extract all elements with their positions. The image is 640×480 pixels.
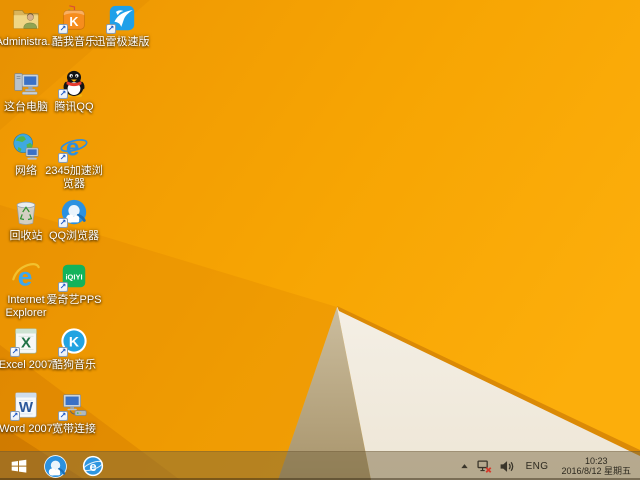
e-glyph: e: [89, 459, 96, 474]
desktop-icon-label: 酷狗音乐: [52, 359, 96, 371]
desktop-icon-label: 爱奇艺PPS: [46, 294, 102, 306]
kuwo-glyph: K: [69, 15, 79, 29]
this-pc-icon: [14, 73, 39, 95]
windows-logo-icon: [11, 459, 26, 473]
tray-show-hidden-button[interactable]: [458, 460, 471, 473]
tray-time: 10:23: [584, 455, 608, 466]
desktop-icon-broadband[interactable]: 宽带连接: [44, 390, 104, 436]
shortcut-arrow-icon: [58, 24, 68, 34]
tray-clock-button[interactable]: 10:23 2016/8/12 星期五: [559, 456, 633, 477]
shortcut-arrow-icon: [10, 411, 20, 421]
speaker-icon: [500, 460, 513, 472]
desktop-icon-qq-browser[interactable]: QQ浏览器: [44, 197, 104, 243]
desktop-icon-kugou-music[interactable]: K 酷狗音乐: [44, 326, 104, 372]
shortcut-arrow-icon: [58, 89, 68, 99]
desktop-icon-iqiyi-pps[interactable]: iQIYI 爱奇艺PPS: [44, 261, 104, 307]
desktop-icon-thunder[interactable]: 迅雷极速版: [94, 3, 150, 49]
tray-volume-button[interactable]: [498, 458, 515, 475]
qq-browser-icon: [44, 454, 67, 478]
administrator-folder-icon: [13, 10, 39, 29]
desktop-icon-label: 回收站: [9, 230, 43, 242]
desktop-icon-label: 酷我音乐: [52, 36, 96, 48]
desktop: Administra... K 酷我音乐 迅雷极速版: [0, 0, 640, 480]
taskbar: e ENG 10:23 2016/8/12 星期五: [0, 451, 640, 480]
shortcut-arrow-icon: [58, 282, 68, 292]
kugou-glyph: K: [69, 334, 80, 350]
desktop-icon-label: 2345加速浏览器: [45, 165, 103, 190]
recycle-bin-icon: [16, 201, 36, 225]
shortcut-arrow-icon: [58, 153, 68, 163]
desktop-icon-label: QQ浏览器: [48, 230, 100, 242]
desktop-icon-2345-browser[interactable]: e 2345加速浏览器: [44, 132, 104, 191]
e-browser-circle-icon: e: [82, 455, 103, 477]
shortcut-arrow-icon: [58, 347, 68, 357]
desktop-icon-label: 腾讯QQ: [54, 101, 94, 113]
chevron-up-icon: [460, 463, 468, 468]
shortcut-arrow-icon: [58, 411, 68, 421]
network-disconnected-icon: [477, 460, 491, 473]
tray-date: 2016/8/12 星期五: [561, 466, 631, 476]
excel-glyph: X: [21, 335, 31, 352]
shortcut-arrow-icon: [10, 347, 20, 357]
desktop-icon-tencent-qq[interactable]: 腾讯QQ: [44, 68, 104, 114]
word-glyph: W: [19, 399, 34, 416]
system-tray: ENG 10:23 2016/8/12 星期五: [458, 452, 640, 480]
iqiyi-glyph: iQIYI: [65, 272, 82, 281]
taskbar-qq-browser-button[interactable]: [37, 452, 74, 480]
desktop-icon-label: 迅雷极速版: [94, 36, 150, 48]
shortcut-arrow-icon: [106, 24, 116, 34]
desktop-icon-label: 网络: [15, 165, 37, 177]
desktop-icon-label: 这台电脑: [4, 101, 48, 113]
tray-language-button[interactable]: ENG: [520, 460, 555, 473]
internet-explorer-icon: e: [12, 261, 40, 291]
desktop-icon-label: 宽带连接: [52, 423, 96, 435]
tray-network-button[interactable]: [476, 458, 493, 475]
taskbar-2345-browser-button[interactable]: e: [74, 452, 111, 480]
start-button[interactable]: [0, 452, 37, 480]
network-globe-icon: [13, 133, 39, 160]
shortcut-arrow-icon: [58, 218, 68, 228]
